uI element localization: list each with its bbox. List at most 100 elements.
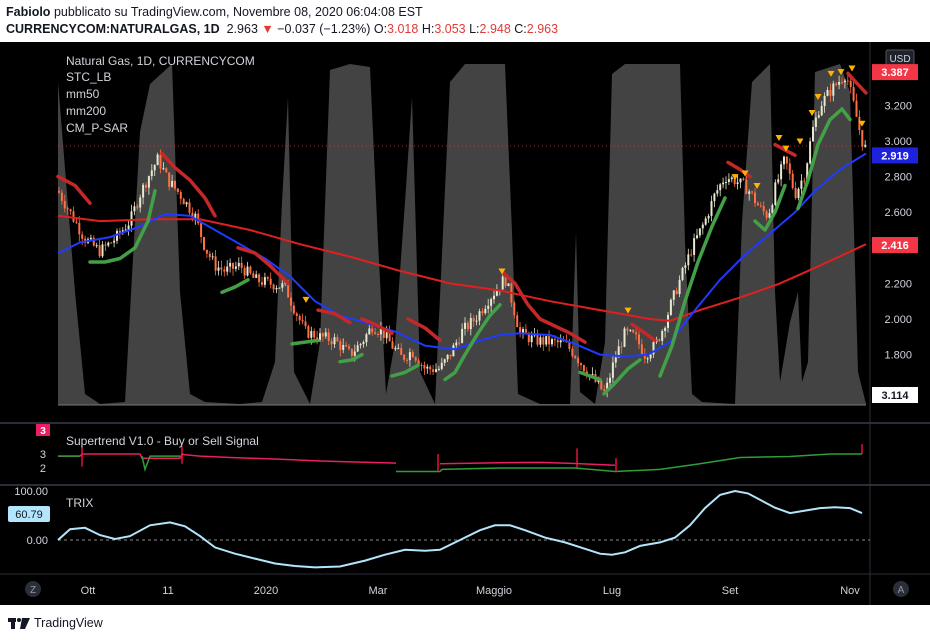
time-axis[interactable]: Ott 11 2020 Mar Maggio Lug Set Nov Z A: [25, 581, 909, 597]
sar-triangle-down: [796, 138, 804, 145]
candle-body: [765, 211, 768, 218]
candle-body: [95, 245, 98, 247]
supertrend-label[interactable]: Supertrend V1.0 - Buy or Sell Signal: [66, 434, 259, 449]
candle-body: [258, 274, 261, 283]
candle-body: [661, 331, 664, 341]
candle-body: [759, 205, 762, 207]
candle-body: [858, 116, 861, 131]
candle-body: [696, 235, 698, 239]
candle-body: [153, 165, 156, 171]
candle-body: [269, 278, 272, 285]
candle-body: [623, 328, 626, 347]
price-tick-label: 1.800: [884, 350, 912, 362]
chart-svg[interactable]: 3.2003.0002.8002.6002.4002.2002.0001.800…: [0, 42, 930, 605]
candle-body: [571, 349, 574, 357]
candle-body: [107, 242, 110, 246]
candle-body: [681, 267, 684, 280]
candle-body: [290, 297, 292, 306]
candle-body: [220, 267, 223, 270]
time-tick-label: 11: [162, 585, 173, 597]
candle-body: [475, 320, 478, 322]
candle-body: [391, 341, 394, 349]
legend-sar[interactable]: CM_P-SAR: [66, 121, 128, 136]
candle-body: [69, 209, 72, 212]
candle-body: [794, 188, 797, 199]
legend-mm200[interactable]: mm200: [66, 104, 106, 119]
legend-title[interactable]: Natural Gas, 1D, CURRENCYCOM: [66, 54, 255, 69]
candle-body: [261, 282, 263, 285]
candle-body: [403, 354, 406, 360]
candle-body: [580, 363, 582, 366]
open-value: 3.018: [387, 22, 419, 36]
candle-body: [739, 178, 742, 183]
sar-triangle-down: [775, 134, 783, 141]
candle-body: [246, 266, 249, 276]
candle-body: [478, 311, 481, 321]
candle-body: [516, 315, 519, 328]
candle-body: [226, 266, 229, 272]
candle-body: [130, 211, 133, 226]
candle-body: [553, 339, 556, 341]
chart-canvas[interactable]: 3.2003.0002.8002.6002.4002.2002.0001.800…: [0, 42, 930, 605]
candle-body: [324, 332, 327, 337]
candle-body: [263, 277, 266, 285]
candle-body: [394, 348, 397, 350]
candle-body: [249, 266, 252, 274]
candle-body: [620, 346, 623, 348]
candle-body: [411, 352, 414, 358]
tradingview-brand: TradingView: [34, 616, 103, 630]
candle-body: [252, 273, 255, 278]
low-value: 2.948: [479, 22, 511, 36]
candle-body: [234, 266, 237, 269]
candle-body: [780, 164, 783, 180]
candle-body: [469, 318, 472, 330]
candle-body: [774, 182, 777, 205]
candle-body: [336, 337, 339, 342]
candle-body: [66, 208, 69, 210]
candle-body: [756, 203, 759, 206]
candle-body: [826, 90, 829, 96]
candle-body: [295, 313, 298, 316]
candle-body: [861, 130, 864, 147]
candle-body: [168, 172, 171, 187]
candle-body: [577, 358, 580, 364]
candle-body: [466, 322, 469, 330]
candle-body: [452, 345, 455, 357]
candle-body: [707, 216, 710, 219]
candle-body: [536, 334, 539, 345]
candle-body: [785, 156, 788, 164]
candle-body: [507, 283, 510, 286]
price-tick-label: 2.800: [884, 172, 912, 184]
candle-body: [791, 173, 794, 188]
sar-markers: [302, 65, 866, 314]
trix-value-text: 60.79: [15, 509, 43, 521]
supertrend-tick-label: 2: [40, 463, 46, 475]
candle-body: [292, 305, 295, 314]
candle-body: [748, 191, 751, 194]
candle-body: [545, 336, 548, 345]
candle-body: [838, 82, 841, 85]
trix-label[interactable]: TRIX: [66, 496, 93, 511]
candle-body: [217, 267, 220, 271]
candle-body: [200, 223, 203, 237]
legend-mm50[interactable]: mm50: [66, 87, 99, 102]
candle-body: [171, 180, 174, 187]
author-name[interactable]: Fabiolo: [6, 5, 50, 19]
candle-body: [353, 351, 356, 356]
candle-body: [435, 369, 437, 372]
candle-body: [687, 254, 690, 266]
candle-body: [582, 365, 585, 372]
candle-body: [229, 263, 232, 267]
candle-body: [113, 240, 116, 243]
tradingview-logo[interactable]: TradingView: [8, 614, 103, 632]
candle-body: [339, 341, 342, 350]
stc-oscillator: [58, 64, 866, 406]
candle-body: [530, 335, 533, 343]
candle-body: [678, 279, 681, 294]
time-tick-label: Ott: [81, 585, 96, 597]
time-tick-label: 2020: [254, 585, 278, 597]
legend-stc[interactable]: STC_LB: [66, 70, 111, 85]
candle-body: [101, 244, 104, 257]
candle-body: [704, 218, 707, 225]
last-price-badge-text: 3.387: [881, 67, 909, 79]
